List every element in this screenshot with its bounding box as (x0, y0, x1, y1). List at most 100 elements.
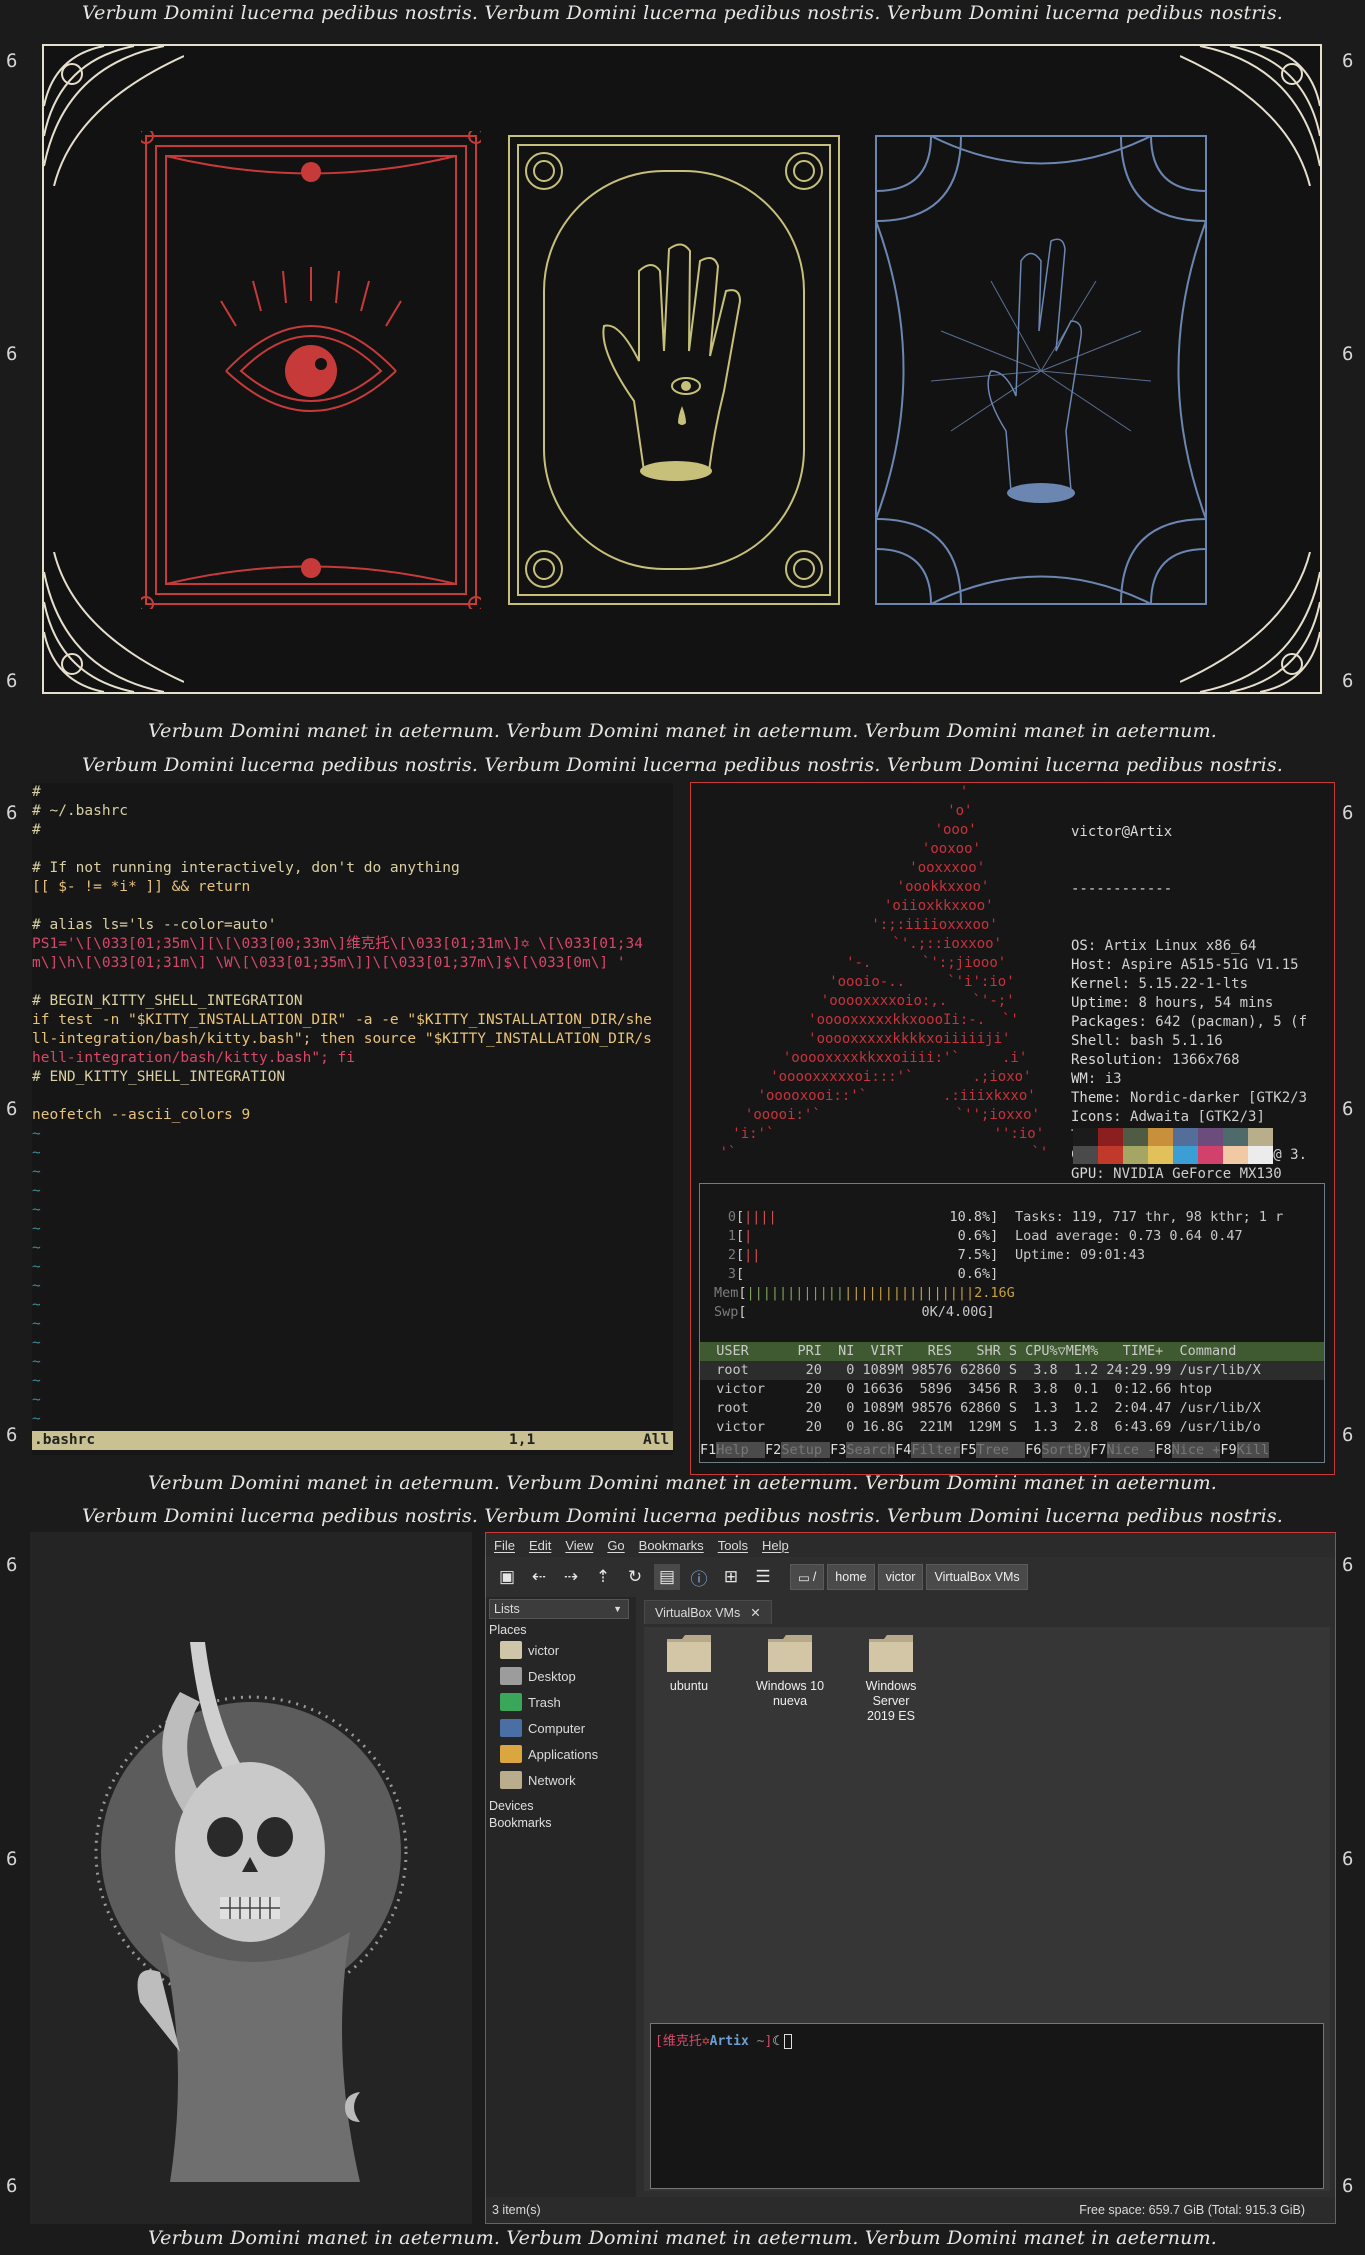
palette-swatch (1123, 1128, 1148, 1146)
folder-item[interactable]: Windows Server 2019 ES (846, 1633, 936, 1724)
vim-line[interactable] (32, 840, 673, 859)
function-key-label[interactable]: Setup (781, 1442, 831, 1458)
info-icon[interactable]: ⓘ (686, 1564, 712, 1590)
process-row[interactable]: root 20 0 1089M 98576 62860 S 1.3 1.2 2:… (700, 1399, 1324, 1418)
vim-line[interactable]: # (32, 783, 673, 802)
vim-line[interactable]: PS1='\[\033[01;35m\][\[\033[00;33m\]维克托\… (32, 935, 673, 954)
sidebar-item-label: Computer (528, 1720, 586, 1736)
item-count: 3 item(s) (492, 2203, 541, 2217)
forward-icon[interactable]: ⇢ (558, 1564, 584, 1590)
place-icon (500, 1745, 522, 1763)
function-key-label[interactable]: Nice + (1171, 1442, 1221, 1458)
info-key: Icons (1071, 1109, 1114, 1125)
vim-editor-window[interactable]: # # ~/.bashrc # # If not running interactiv… (32, 783, 673, 1455)
menu-go[interactable]: Go (607, 1538, 624, 1553)
function-key[interactable]: F1 (700, 1442, 716, 1458)
folder-item[interactable]: ubuntu (644, 1633, 734, 1694)
function-key[interactable]: F8 (1155, 1442, 1171, 1458)
vim-line[interactable]: hell-integration/bash/kitty.bash"; fi (32, 1049, 673, 1068)
neofetch-terminal-window[interactable]: ' 'o' 'ooo' 'ooxoo' 'ooxxxoo' 'oookkxxoo… (690, 782, 1335, 1475)
prompt-dir: ~ (748, 2034, 765, 2049)
info-key: Packages (1071, 1014, 1139, 1030)
process-table[interactable]: USER PRI NI VIRT RES SHR S CPU%▽MEM% TIM… (700, 1342, 1324, 1437)
function-key[interactable]: F3 (830, 1442, 846, 1458)
folder-view[interactable]: ubuntu Windows 10 nueva Windows Server 201… (644, 1627, 1330, 2191)
eye-card (141, 131, 481, 609)
embedded-terminal[interactable]: [维克托✡Artix ~]☾ (650, 2023, 1324, 2189)
vim-line[interactable]: # If not running interactively, don't do… (32, 859, 673, 878)
new-folder-icon[interactable]: ▣ (494, 1564, 520, 1590)
menu-help[interactable]: Help (762, 1538, 789, 1553)
file-manager-window[interactable]: File Edit View Go Bookmarks Tools Help ▣ ⇠ ⇢ ⇡… (485, 1532, 1336, 2224)
htop-panel[interactable]: 0[|||| 10.8%] 1[| 0.6%] 2[|| 7.5%] 3[0.6%] Mem… (699, 1183, 1325, 1463)
vim-line[interactable] (32, 1087, 673, 1106)
vim-buffer[interactable]: # # ~/.bashrc # # If not running interactiv… (32, 783, 673, 1429)
workspace-indicator: 6 (1342, 50, 1354, 72)
sidebar-item-trash[interactable]: Trash (500, 1691, 561, 1713)
vim-line[interactable]: # BEGIN_KITTY_SHELL_INTEGRATION (32, 992, 673, 1011)
motto-bottom-2: Verbum Domini manet in aeternum. Verbum … (147, 1472, 1218, 1494)
breadcrumb: ▭ / home victor VirtualBox VMs (790, 1564, 1028, 1590)
vim-line[interactable]: if test -n "$KITTY_INSTALLATION_DIR" -a … (32, 1011, 673, 1030)
function-key[interactable]: F4 (895, 1442, 911, 1458)
reload-icon[interactable]: ↻ (622, 1564, 648, 1590)
function-key-label[interactable]: Search (846, 1442, 896, 1458)
breadcrumb-segment[interactable]: ▭ / (790, 1564, 825, 1590)
vim-line[interactable]: # ~/.bashrc (32, 802, 673, 821)
vim-line[interactable] (32, 973, 673, 992)
vim-line[interactable]: ll-integration/bash/kitty.bash"; then so… (32, 1030, 673, 1049)
function-key-label[interactable]: Tree (976, 1442, 1026, 1458)
prompt-host: Artix (709, 2034, 749, 2049)
process-table-header[interactable]: USER PRI NI VIRT RES SHR S CPU%▽MEM% TIM… (700, 1342, 1324, 1361)
menu-bookmarks[interactable]: Bookmarks (639, 1538, 704, 1553)
sidebar-item-victor[interactable]: victor (500, 1639, 559, 1661)
vim-line[interactable]: # alias ls='ls --color=auto' (32, 916, 673, 935)
workspace-indicator: 6 (6, 2175, 18, 2197)
sidebar-mode-select[interactable]: Lists ▼ (489, 1599, 629, 1619)
tab-virtualbox-vms[interactable]: VirtualBox VMs ✕ (644, 1600, 772, 1624)
up-icon[interactable]: ⇡ (590, 1564, 616, 1590)
vim-line[interactable]: neofetch --ascii_colors 9 (32, 1106, 673, 1125)
breadcrumb-segment[interactable]: victor (877, 1564, 924, 1590)
function-key[interactable]: F6 (1025, 1442, 1041, 1458)
vim-line[interactable]: m\]\h\[\033[01;31m\] \W\[\033[01;35m\]]\… (32, 954, 673, 973)
close-icon[interactable]: ✕ (750, 1605, 760, 1620)
sidebar-item-computer[interactable]: Computer (500, 1717, 585, 1739)
bookmarks-heading[interactable]: Bookmarks (489, 1816, 552, 1830)
vim-line[interactable] (32, 897, 673, 916)
menu-tools[interactable]: Tools (718, 1538, 748, 1553)
back-icon[interactable]: ⇠ (526, 1564, 552, 1590)
function-key-label[interactable]: Help (716, 1442, 766, 1458)
workspace-indicator: 6 (1342, 1554, 1354, 1576)
devices-heading[interactable]: Devices (489, 1799, 533, 1813)
function-key[interactable]: F9 (1220, 1442, 1236, 1458)
breadcrumb-segment[interactable]: home (827, 1564, 875, 1590)
breadcrumb-segment[interactable]: VirtualBox VMs (926, 1564, 1028, 1590)
menu-file[interactable]: File (494, 1538, 515, 1553)
process-row[interactable]: root 20 0 1089M 98576 62860 S 3.8 1.2 24… (700, 1361, 1324, 1380)
workspace-indicator: 6 (1342, 2175, 1354, 2197)
sidebar-item-applications[interactable]: Applications (500, 1743, 598, 1765)
icon-view-icon[interactable]: ⊞ (718, 1564, 744, 1590)
process-row[interactable]: victor 20 0 16636 5896 3456 R 3.8 0.1 0:… (700, 1380, 1324, 1399)
terminal-icon[interactable]: ▤ (654, 1564, 680, 1590)
function-key[interactable]: F5 (960, 1442, 976, 1458)
sidebar-item-network[interactable]: Network (500, 1769, 576, 1791)
function-key-label[interactable]: SortBy (1041, 1442, 1091, 1458)
list-view-icon[interactable]: ☰ (750, 1564, 776, 1590)
process-row[interactable]: victor 20 0 16.8G 221M 129M S 1.3 2.8 6:… (700, 1418, 1324, 1437)
vim-line[interactable]: # END_KITTY_SHELL_INTEGRATION (32, 1068, 673, 1087)
info-value: 1366x768 (1172, 1052, 1240, 1068)
sidebar-item-desktop[interactable]: Desktop (500, 1665, 576, 1687)
menu-view[interactable]: View (565, 1538, 593, 1553)
function-key-label[interactable]: Filter (911, 1442, 961, 1458)
function-key-label[interactable]: Nice - (1106, 1442, 1156, 1458)
function-key[interactable]: F7 (1090, 1442, 1106, 1458)
folder-item[interactable]: Windows 10 nueva (745, 1633, 835, 1709)
vim-line[interactable]: [[ $- != *i* ]] && return (32, 878, 673, 897)
vim-tilde: ~ (32, 1240, 41, 1256)
function-key[interactable]: F2 (765, 1442, 781, 1458)
function-key-label[interactable]: Kill (1236, 1442, 1270, 1458)
vim-line[interactable]: # (32, 821, 673, 840)
menu-edit[interactable]: Edit (529, 1538, 551, 1553)
